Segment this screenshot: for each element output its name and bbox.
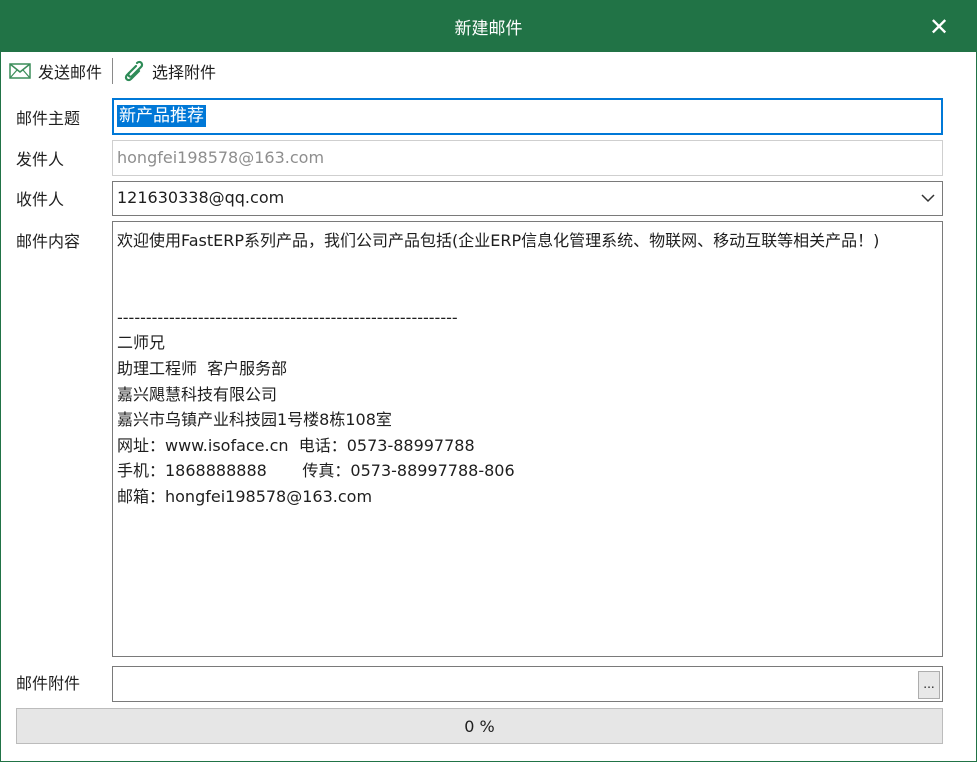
toolbar: 发送邮件 选择附件	[1, 52, 976, 90]
attachment-input[interactable]: ...	[112, 666, 943, 702]
sender-field: hongfei198578@163.com	[112, 140, 943, 176]
send-mail-label: 发送邮件	[38, 63, 103, 82]
chevron-down-icon[interactable]	[919, 189, 937, 207]
choose-attachment-button[interactable]: 选择附件	[115, 56, 224, 86]
browse-attachment-button[interactable]: ...	[918, 671, 940, 699]
sender-label: 发件人	[16, 150, 65, 169]
progress-bar: 0 %	[16, 708, 943, 744]
recipient-label: 收件人	[16, 190, 65, 209]
window-title: 新建邮件	[454, 19, 523, 39]
recipient-value: 121630338@qq.com	[117, 188, 285, 207]
new-mail-window: 新建邮件 ✕ 发送邮件 选择附件 邮件主题 新产品推荐 发件人 hongfei1…	[0, 0, 977, 762]
content-label: 邮件内容	[16, 232, 81, 251]
close-icon[interactable]: ✕	[924, 12, 954, 42]
subject-label: 邮件主题	[16, 109, 81, 128]
toolbar-separator	[112, 58, 114, 84]
subject-input[interactable]: 新产品推荐	[112, 98, 943, 135]
send-mail-button[interactable]: 发送邮件	[1, 56, 110, 86]
subject-value: 新产品推荐	[117, 105, 206, 127]
content-value: 欢迎使用FastERP系列产品，我们公司产品包括(企业ERP信息化管理系统、物联…	[117, 231, 880, 506]
attachment-label: 邮件附件	[16, 674, 81, 693]
recipient-combobox[interactable]: 121630338@qq.com	[112, 181, 943, 216]
envelope-icon	[8, 61, 32, 81]
progress-text: 0 %	[464, 717, 495, 736]
choose-attachment-label: 选择附件	[152, 63, 217, 82]
content-textarea[interactable]: 欢迎使用FastERP系列产品，我们公司产品包括(企业ERP信息化管理系统、物联…	[112, 221, 943, 657]
paperclip-icon	[122, 60, 146, 82]
title-bar: 新建邮件 ✕	[1, 1, 976, 52]
sender-value: hongfei198578@163.com	[117, 148, 325, 167]
